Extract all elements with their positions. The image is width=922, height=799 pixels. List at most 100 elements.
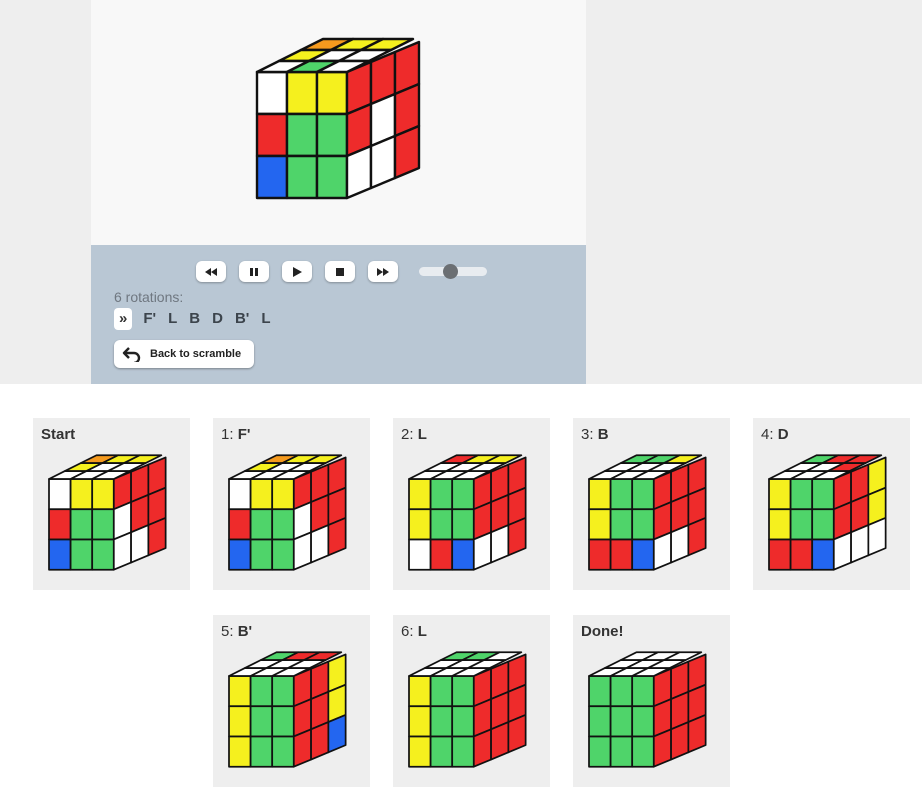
front-sticker <box>811 478 835 511</box>
right-sticker <box>687 714 707 754</box>
move-4[interactable]: D <box>206 308 229 330</box>
front-sticker <box>408 675 432 708</box>
step-title: 2: L <box>401 426 427 443</box>
front-sticker <box>255 70 289 116</box>
front-sticker <box>588 735 612 768</box>
right-sticker <box>472 531 492 571</box>
front-sticker <box>631 705 655 738</box>
front-sticker <box>588 675 612 708</box>
front-sticker <box>315 70 349 116</box>
front-sticker <box>408 538 432 571</box>
move-3[interactable]: B <box>183 308 206 330</box>
front-sticker <box>249 705 274 738</box>
front-sticker <box>451 705 475 738</box>
right-sticker <box>507 714 527 754</box>
step-cube <box>228 454 347 571</box>
step-cube <box>408 651 527 768</box>
front-sticker <box>609 508 634 541</box>
undo-arrow-icon <box>122 347 141 362</box>
front-sticker <box>609 705 634 738</box>
front-sticker <box>588 478 612 511</box>
front-sticker <box>429 538 454 571</box>
right-sticker <box>490 524 510 564</box>
front-sticker <box>271 735 295 768</box>
cube-viewer[interactable] <box>91 0 586 245</box>
right-sticker <box>345 144 373 200</box>
step-card-4[interactable]: 4: D <box>753 418 910 590</box>
front-sticker <box>285 70 319 116</box>
front-sticker <box>69 508 94 541</box>
front-sticker <box>789 538 814 571</box>
move-2[interactable]: L <box>162 308 183 330</box>
rewind-button[interactable] <box>196 261 226 282</box>
step-card-5[interactable]: 5: B' <box>213 615 370 787</box>
fast-forward-button[interactable] <box>368 261 398 282</box>
right-sticker <box>652 531 672 571</box>
front-sticker <box>228 675 252 708</box>
speed-slider-knob[interactable] <box>442 264 458 279</box>
front-sticker <box>315 112 349 158</box>
front-sticker <box>271 705 295 738</box>
front-sticker <box>429 508 454 541</box>
step-card-done[interactable]: Done! <box>573 615 730 787</box>
step-card-3[interactable]: 3: B <box>573 418 730 590</box>
right-sticker <box>130 524 150 564</box>
front-sticker <box>228 538 252 571</box>
front-sticker <box>631 508 655 541</box>
front-sticker <box>249 538 274 571</box>
front-sticker <box>451 675 475 708</box>
move-1[interactable]: F' <box>137 308 162 330</box>
move-5[interactable]: B' <box>229 308 255 330</box>
front-sticker <box>451 538 475 571</box>
player-controls: 6 rotations: » F' L B D B' L Back to scr… <box>91 245 586 384</box>
step-title: Start <box>41 426 76 443</box>
front-sticker <box>255 112 289 158</box>
front-sticker <box>285 154 319 200</box>
right-sticker <box>850 524 870 564</box>
front-sticker <box>408 508 432 541</box>
back-to-scramble-label: Back to scramble <box>150 348 242 360</box>
front-sticker <box>768 478 792 511</box>
right-sticker <box>670 721 690 761</box>
front-sticker <box>429 478 454 511</box>
pause-button[interactable] <box>239 261 269 282</box>
front-sticker <box>249 675 274 708</box>
front-sticker <box>255 154 289 200</box>
front-sticker <box>48 538 72 571</box>
step-card-2[interactable]: 2: L <box>393 418 550 590</box>
right-sticker <box>867 517 887 557</box>
front-sticker <box>609 675 634 708</box>
fast-forward-icon <box>377 267 389 276</box>
right-sticker <box>369 134 397 190</box>
front-sticker <box>429 705 454 738</box>
front-sticker <box>48 508 72 541</box>
front-sticker <box>271 675 295 708</box>
main-cube[interactable] <box>91 0 586 245</box>
step-card-start[interactable]: Start <box>33 418 190 590</box>
step-cube <box>768 454 887 571</box>
front-sticker <box>285 112 319 158</box>
right-sticker <box>310 524 330 564</box>
rotation-count: 6 rotations: <box>114 289 184 305</box>
front-sticker <box>408 735 432 768</box>
step-card-6[interactable]: 6: L <box>393 615 550 787</box>
front-sticker <box>315 154 349 200</box>
front-sticker <box>451 478 475 511</box>
step-title: 3: B <box>581 426 609 443</box>
move-6[interactable]: L <box>255 308 276 330</box>
front-sticker <box>271 538 295 571</box>
front-sticker <box>408 705 432 738</box>
stop-button[interactable] <box>325 261 355 282</box>
step-title: Done! <box>581 623 624 640</box>
right-sticker <box>507 517 527 557</box>
right-sticker <box>652 728 672 768</box>
speed-slider[interactable] <box>419 264 487 279</box>
front-sticker <box>91 538 115 571</box>
front-sticker <box>789 508 814 541</box>
step-title: 6: L <box>401 623 427 640</box>
step-cube <box>588 651 707 768</box>
step-card-1[interactable]: 1: F' <box>213 418 370 590</box>
move-start[interactable]: » <box>114 308 133 330</box>
play-button[interactable] <box>282 261 312 282</box>
back-to-scramble-button[interactable]: Back to scramble <box>114 340 254 368</box>
